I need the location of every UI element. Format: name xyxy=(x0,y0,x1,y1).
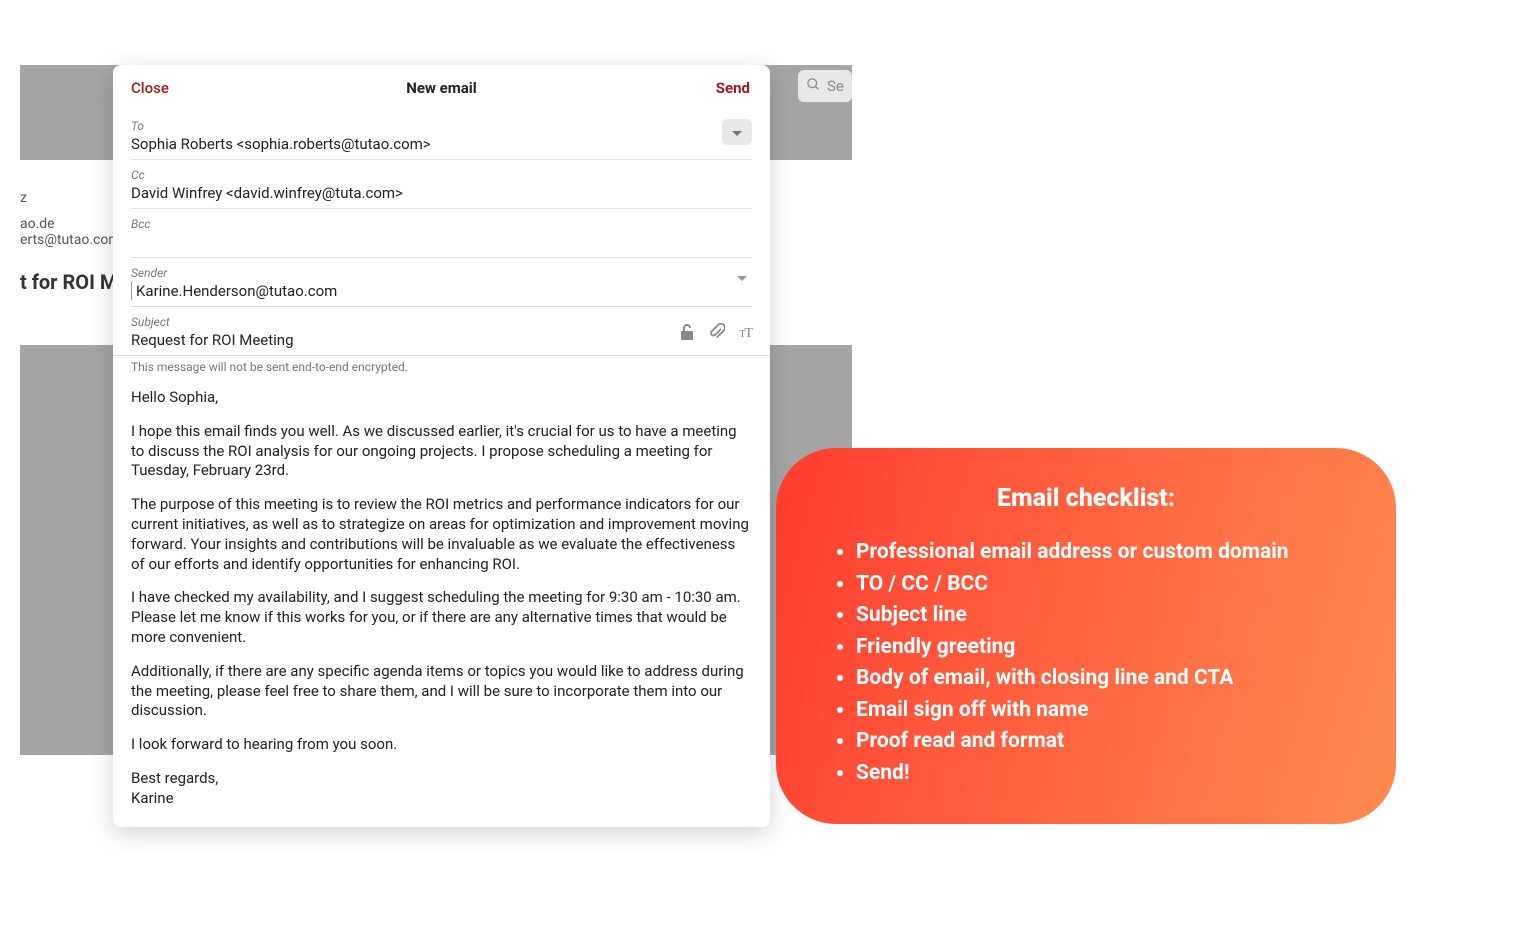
to-label: To xyxy=(131,119,752,133)
encryption-toggle-button[interactable] xyxy=(679,323,695,345)
bcc-label: Bcc xyxy=(131,217,752,231)
checklist-item: Email sign off with name xyxy=(856,695,1342,727)
cc-field[interactable]: David Winfrey <david.winfrey@tuta.com> xyxy=(131,184,752,202)
bg-recipient-line2: ao.de xyxy=(20,216,55,232)
checklist-item: Friendly greeting xyxy=(856,632,1342,664)
checklist-card: Email checklist: Professional email addr… xyxy=(776,448,1396,824)
checklist-item: TO / CC / BCC xyxy=(856,569,1342,601)
email-body-editor[interactable]: Hello Sophia, I hope this email finds yo… xyxy=(113,380,770,827)
text-format-button[interactable]: TT xyxy=(739,323,752,345)
checklist-item: Proof read and format xyxy=(856,726,1342,758)
search-icon xyxy=(806,77,821,96)
encryption-note: This message will not be sent end-to-end… xyxy=(113,356,770,380)
body-greeting: Hello Sophia, xyxy=(131,388,752,408)
subject-label: Subject xyxy=(131,315,663,329)
close-button[interactable]: Close xyxy=(131,79,169,97)
text-size-icon: TT xyxy=(739,326,752,342)
search-input-bg[interactable]: Se xyxy=(798,70,852,102)
dialog-title: New email xyxy=(406,79,477,97)
chevron-down-icon xyxy=(736,268,748,287)
cc-label: Cc xyxy=(131,168,752,182)
checklist-item: Send! xyxy=(856,758,1342,790)
sender-label: Sender xyxy=(131,266,752,280)
recipients-expand-button[interactable] xyxy=(722,119,752,145)
checklist-title: Email checklist: xyxy=(830,484,1342,513)
attach-button[interactable] xyxy=(709,323,725,345)
body-signature: Karine xyxy=(131,789,174,807)
chevron-down-icon xyxy=(731,123,743,142)
bg-recipient-line1: z xyxy=(20,190,27,206)
bg-subject-truncated: t for ROI M xyxy=(20,270,117,294)
to-field[interactable]: Sophia Roberts <sophia.roberts@tutao.com… xyxy=(131,135,752,153)
bcc-field[interactable] xyxy=(131,233,752,251)
checklist-item: Subject line xyxy=(856,600,1342,632)
search-placeholder: Se xyxy=(827,77,844,95)
body-paragraph: I hope this email finds you well. As we … xyxy=(131,422,752,481)
checklist-list: Professional email address or custom dom… xyxy=(830,537,1342,789)
compose-dialog: Close New email Send To Sophia Roberts <… xyxy=(113,65,770,827)
body-paragraph: The purpose of this meeting is to review… xyxy=(131,495,752,574)
subject-field[interactable]: Request for ROI Meeting xyxy=(131,331,663,349)
send-button[interactable]: Send xyxy=(716,79,750,97)
sender-dropdown-button[interactable] xyxy=(736,268,748,287)
body-paragraph: I look forward to hearing from you soon. xyxy=(131,735,752,755)
lock-open-icon xyxy=(679,323,695,345)
body-paragraph: Additionally, if there are any specific … xyxy=(131,662,752,721)
paperclip-icon xyxy=(709,323,725,345)
sender-field[interactable]: Karine.Henderson@tutao.com xyxy=(131,282,752,300)
checklist-item: Body of email, with closing line and CTA xyxy=(856,663,1342,695)
body-paragraph: I have checked my availability, and I su… xyxy=(131,588,752,647)
checklist-item: Professional email address or custom dom… xyxy=(856,537,1342,569)
body-signoff: Best regards, xyxy=(131,769,218,787)
